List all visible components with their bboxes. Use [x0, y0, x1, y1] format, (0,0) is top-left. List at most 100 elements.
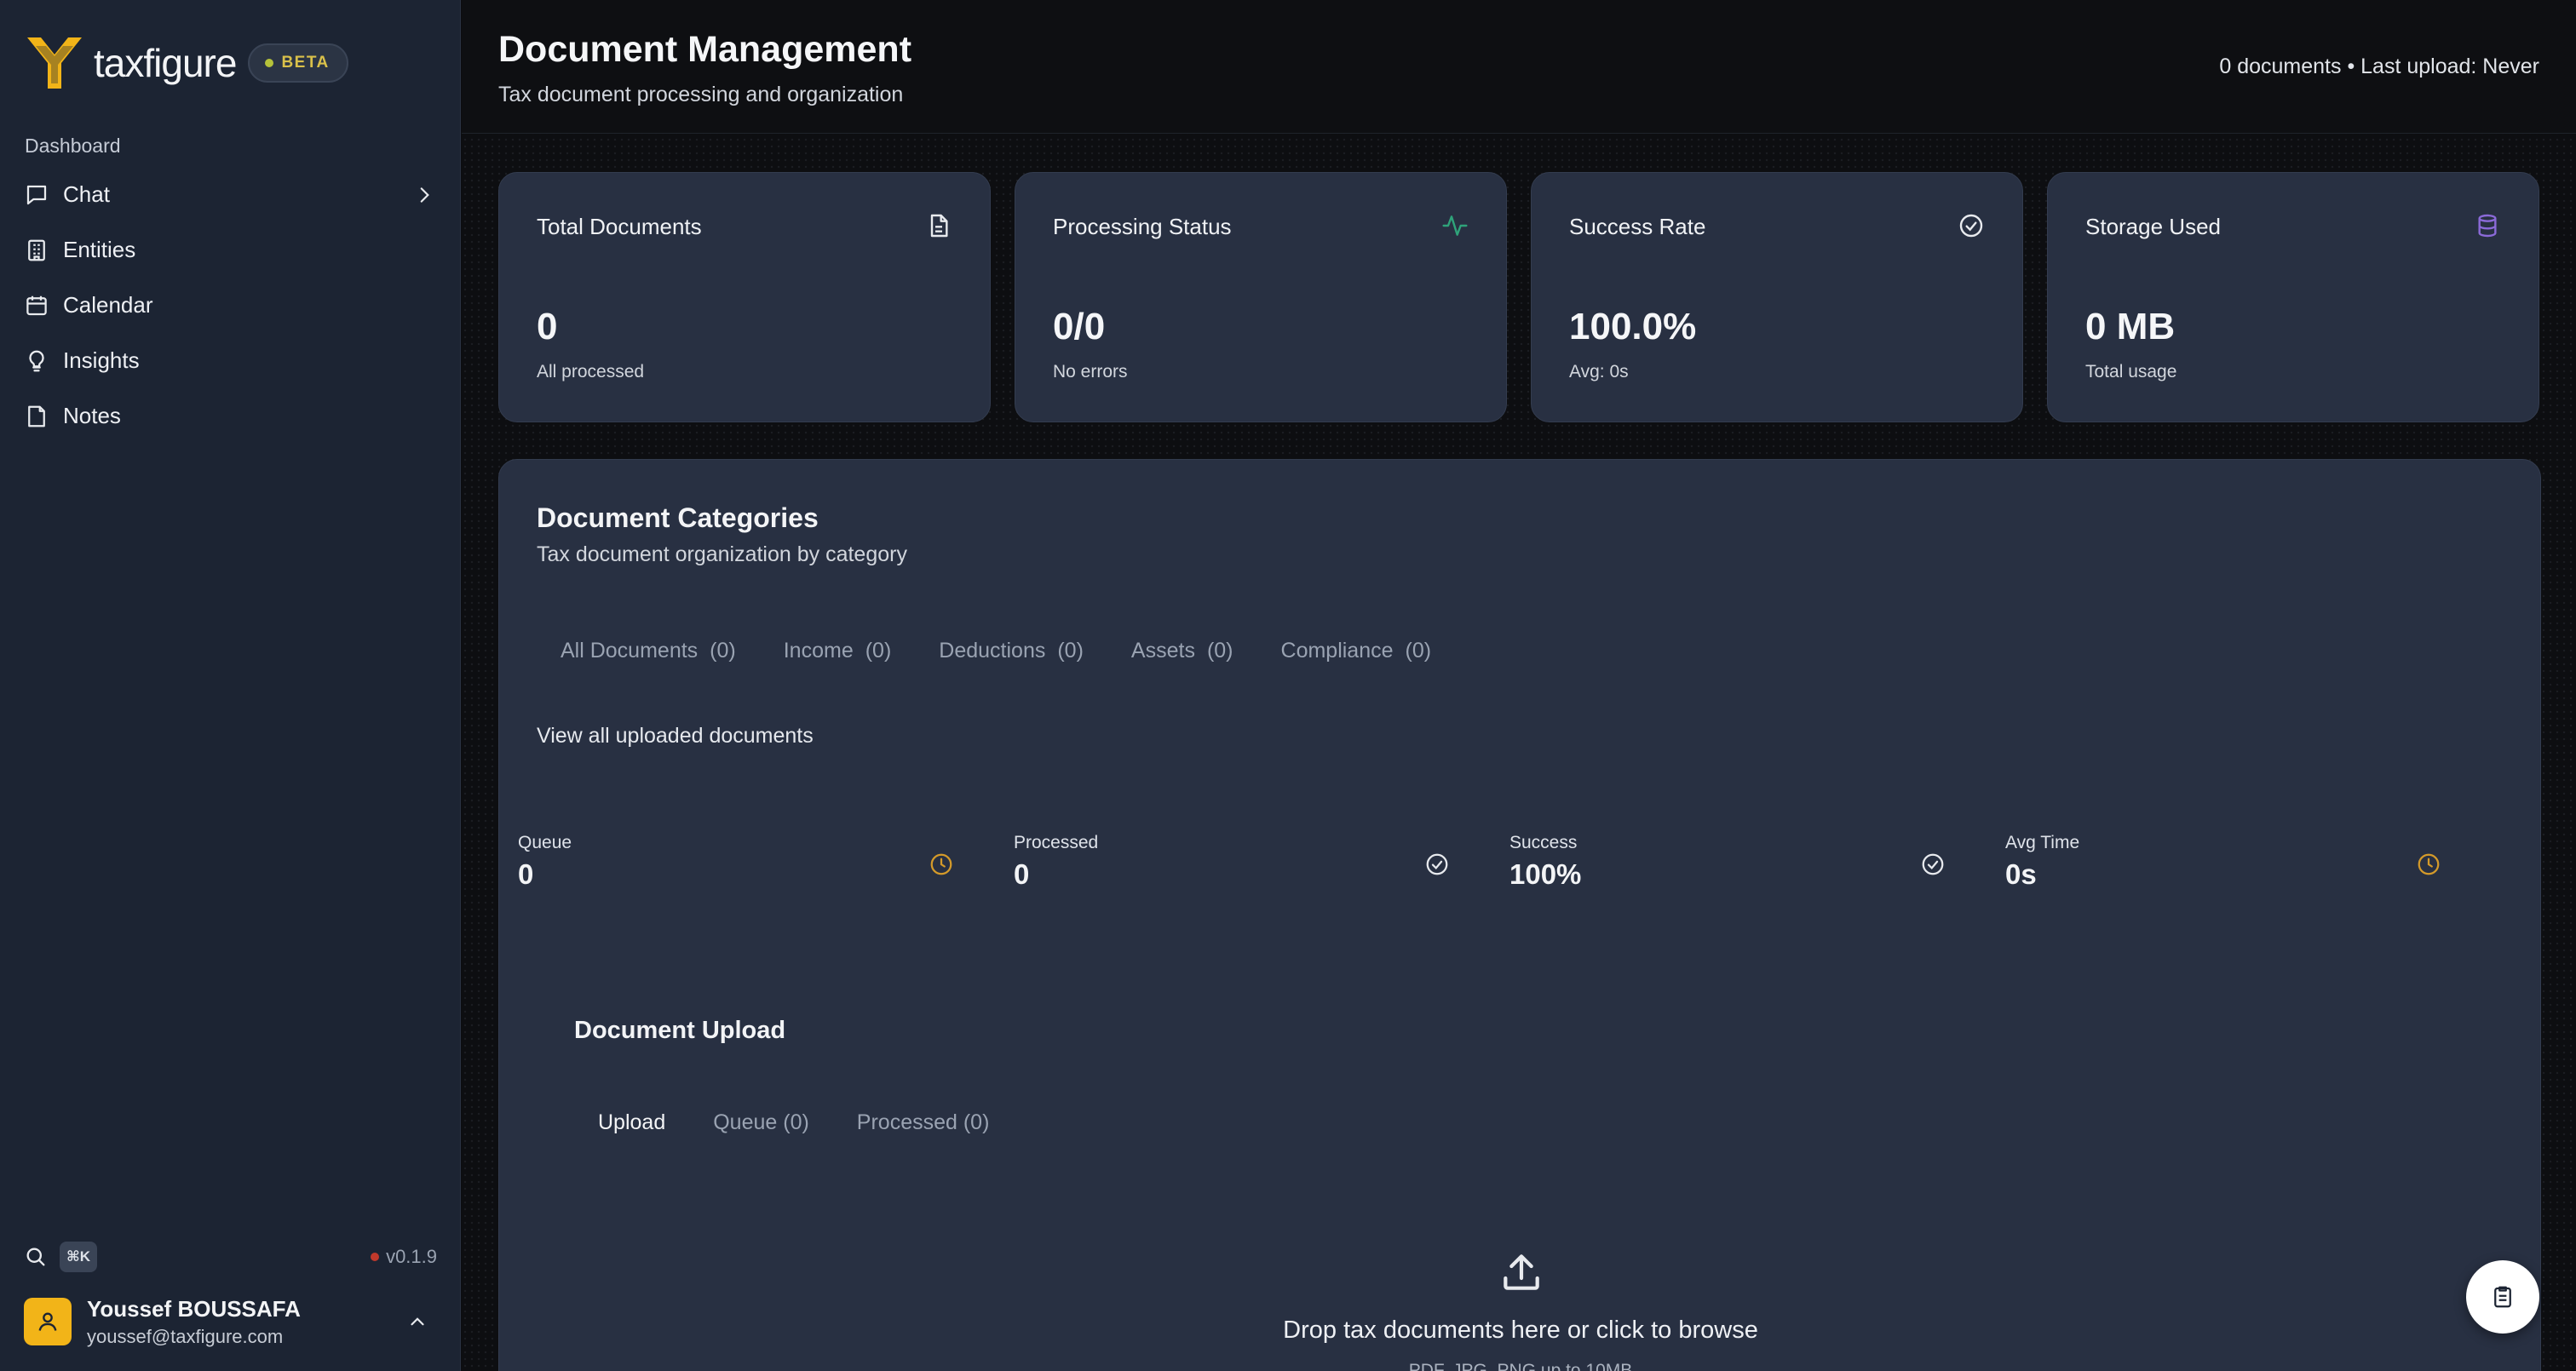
card-title: Storage Used	[2085, 214, 2221, 239]
building-icon	[28, 239, 45, 261]
tab-count: (0)	[1405, 638, 1432, 663]
clipboard-fab-button[interactable]	[2466, 1260, 2539, 1334]
clock-icon	[930, 853, 952, 875]
version-status-dot	[371, 1253, 380, 1261]
stat-label: Avg Time	[2005, 833, 2080, 852]
view-all-documents-text: View all uploaded documents	[537, 724, 814, 748]
tab-processed[interactable]: Processed (0)	[833, 1099, 1014, 1146]
user-email: youssef@taxfigure.com	[87, 1325, 284, 1347]
card-subtext: No errors	[1053, 362, 1128, 381]
card-total-documents: Total Documents 0 All processed	[498, 172, 991, 422]
upload-tabs: Upload Queue (0) Processed (0)	[574, 1099, 1013, 1146]
page-title: Document Management	[498, 29, 912, 70]
stat-label: Processed	[1014, 833, 1099, 852]
sidebar-item-label: Entities	[63, 237, 136, 262]
stat-label: Queue	[518, 833, 572, 852]
tab-upload[interactable]: Upload	[574, 1099, 689, 1146]
card-value: 0	[537, 306, 558, 347]
sidebar-item-label: Chat	[63, 181, 110, 207]
upload-section-title: Document Upload	[574, 1017, 786, 1044]
category-tabs: All Documents (0) Income (0) Deductions (0)…	[537, 627, 1455, 674]
upload-icon[interactable]	[1498, 1248, 1545, 1296]
tab-label: Deductions	[939, 638, 1046, 663]
tab-all-documents[interactable]: All Documents (0)	[537, 627, 760, 674]
avatar	[24, 1298, 72, 1345]
sidebar-section-dashboard: Dashboard	[25, 135, 121, 157]
clock-icon	[2418, 853, 2440, 875]
card-success-rate: Success Rate 100.0% Avg: 0s	[1531, 172, 2023, 422]
chevron-right-icon[interactable]	[413, 184, 435, 206]
stat-value: 0s	[2005, 858, 2037, 890]
shortcut-badge[interactable]: ⌘K	[60, 1242, 98, 1272]
sidebar-item-chat[interactable]: Chat	[0, 167, 461, 222]
user-info: Youssef BOUSSAFA youssef@taxfigure.com	[87, 1296, 301, 1348]
version-label: v0.1.9	[371, 1246, 437, 1268]
user-name: Youssef BOUSSAFA	[87, 1295, 301, 1322]
check-circle-icon	[1922, 853, 1944, 875]
stat-label: Success	[1509, 833, 1578, 852]
check-circle-icon	[1959, 214, 1983, 238]
stat-queue: Queue 0	[499, 831, 973, 916]
main-content: Document Management Tax document process…	[462, 0, 2576, 1371]
brand[interactable]: taxfigure BETA	[24, 32, 348, 94]
page-subtitle: Tax document processing and organization	[498, 83, 904, 106]
search-icon[interactable]	[24, 1245, 48, 1269]
beta-dot	[265, 59, 274, 67]
tab-assets[interactable]: Assets (0)	[1107, 627, 1257, 674]
clipboard-icon	[2494, 1286, 2511, 1308]
section-subtitle: Tax document organization by category	[537, 542, 907, 566]
chevron-up-icon[interactable]	[406, 1311, 428, 1333]
card-value: 0 MB	[2085, 306, 2176, 347]
user-icon	[38, 1312, 57, 1331]
card-title: Processing Status	[1053, 214, 1232, 239]
card-subtext: Avg: 0s	[1569, 362, 1629, 381]
tab-queue[interactable]: Queue (0)	[689, 1099, 833, 1146]
sidebar-footer-row: ⌘K v0.1.9	[24, 1242, 437, 1272]
tab-label: All Documents	[561, 638, 699, 663]
version-text: v0.1.9	[386, 1246, 437, 1267]
stat-avg-time: Avg Time 0s	[1987, 831, 2460, 916]
sidebar-item-insights[interactable]: Insights	[0, 333, 461, 388]
user-menu[interactable]: Youssef BOUSSAFA youssef@taxfigure.com	[24, 1294, 437, 1349]
sidebar-item-label: Notes	[63, 403, 121, 428]
sidebar-item-entities[interactable]: Entities	[0, 222, 461, 278]
stat-value: 0	[518, 858, 534, 890]
brand-name: taxfigure	[94, 41, 237, 85]
sidebar-item-calendar[interactable]: Calendar	[0, 278, 461, 333]
tab-label: Compliance	[1280, 638, 1394, 663]
tab-count: (0)	[1206, 638, 1233, 663]
chat-icon	[26, 185, 47, 204]
stat-success: Success 100%	[1491, 831, 1964, 916]
card-storage-used: Storage Used 0 MB Total usage	[2047, 172, 2539, 422]
section-title: Document Categories	[537, 502, 819, 533]
beta-badge: BETA	[248, 43, 348, 83]
tab-count: (0)	[1057, 638, 1084, 663]
card-subtext: All processed	[537, 362, 645, 381]
sidebar: taxfigure BETA Dashboard Chat Entities C…	[0, 0, 461, 1371]
page-header: Document Management Tax document process…	[462, 0, 2576, 134]
note-icon	[28, 405, 45, 427]
stat-processed: Processed 0	[995, 831, 1469, 916]
card-title: Success Rate	[1569, 214, 1706, 239]
tab-count: (0)	[710, 638, 736, 663]
document-categories-panel: Document Categories Tax document organiz…	[498, 459, 2541, 1371]
card-subtext: Total usage	[2085, 362, 2177, 381]
dropzone-text[interactable]: Drop tax documents here or click to brow…	[499, 1317, 2542, 1345]
dropzone-hint: PDF, JPG, PNG up to 10MB	[1408, 1361, 1633, 1371]
tab-deductions[interactable]: Deductions (0)	[915, 627, 1107, 674]
calendar-icon	[26, 295, 47, 315]
sidebar-item-notes[interactable]: Notes	[0, 388, 461, 444]
sidebar-nav: Chat Entities Calendar Insights Notes	[0, 167, 461, 444]
card-value: 100.0%	[1569, 306, 1697, 347]
tab-count: (0)	[865, 638, 892, 663]
sidebar-item-label: Insights	[63, 347, 140, 373]
sidebar-item-label: Calendar	[63, 292, 153, 318]
taxfigure-logo-icon	[27, 37, 82, 89]
card-processing-status: Processing Status 0/0 No errors	[1015, 172, 1507, 422]
document-icon	[930, 214, 948, 238]
card-title: Total Documents	[537, 214, 702, 239]
stat-value: 0	[1014, 858, 1030, 890]
tab-compliance[interactable]: Compliance (0)	[1257, 627, 1456, 674]
tab-income[interactable]: Income (0)	[760, 627, 916, 674]
document-status-summary: 0 documents • Last upload: Never	[2219, 54, 2539, 78]
